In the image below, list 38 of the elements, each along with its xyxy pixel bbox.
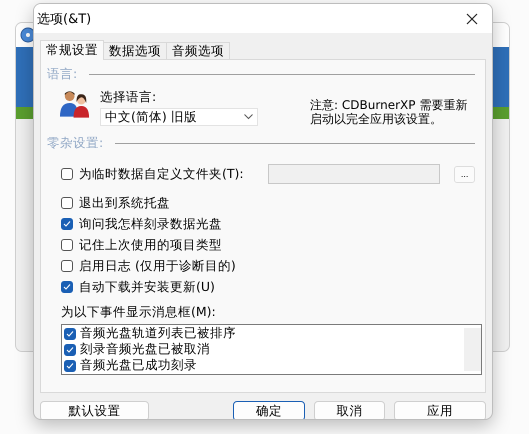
checkbox[interactable] (61, 218, 73, 230)
dialog-button[interactable]: 默认设置 (40, 401, 149, 419)
checkbox-label: 启用日志 (仅用于诊断目的) (79, 258, 236, 275)
checkbox-label: 记住上次使用的项目类型 (79, 236, 222, 254)
checkbox[interactable] (61, 239, 73, 252)
checkbox-label: 为临时数据自定义文件夹(T): (79, 166, 244, 183)
people-icon (59, 89, 90, 119)
checkbox-label: 退出到系统托盘 (79, 194, 170, 212)
browse-button[interactable]: ... (454, 166, 475, 183)
checkbox-label: 询问我怎样刻录数据光盘 (79, 216, 222, 233)
section-heading: 零杂设置: (47, 134, 104, 152)
list-label: 为以下事件显示消息框(M): (61, 304, 216, 322)
tab[interactable]: 音频选项 (166, 42, 230, 60)
scrollbar[interactable] (464, 328, 481, 371)
field-label: 选择语言: (100, 89, 158, 106)
dialog-button[interactable]: 应用 (394, 401, 486, 419)
list-item[interactable]: 音频光盘已成功刻录 (80, 357, 197, 374)
checkbox[interactable] (64, 360, 76, 372)
tab[interactable]: 数据选项 (103, 42, 167, 60)
checkbox[interactable] (64, 344, 76, 356)
dialog-button[interactable]: 取消 (314, 401, 386, 419)
language-dropdown[interactable]: 中文(简体) 旧版 (100, 108, 258, 126)
dialog-button[interactable]: 确定 (232, 401, 305, 419)
folder-field[interactable] (268, 164, 440, 184)
checkbox[interactable] (64, 328, 76, 340)
list-item[interactable]: 音频光盘轨道列表已被排序 (80, 325, 236, 342)
checkbox[interactable] (61, 281, 73, 294)
checkbox[interactable] (61, 168, 73, 180)
tab[interactable]: 常规设置 (40, 40, 104, 60)
list-item[interactable]: 刻录音频光盘已被取消 (80, 341, 210, 358)
restart-note: 注意: CDBurnerXP 需要重新启动以完全应用该设置。 (310, 99, 468, 127)
close-icon (466, 12, 478, 24)
checkbox[interactable] (61, 260, 73, 272)
section-heading: 语言: (47, 66, 78, 83)
window-title: 选项(&T) (37, 10, 92, 28)
chevron-down-icon (244, 114, 254, 120)
checkbox-label: 自动下载并安装更新(U) (79, 278, 215, 296)
checkbox[interactable] (61, 197, 73, 210)
